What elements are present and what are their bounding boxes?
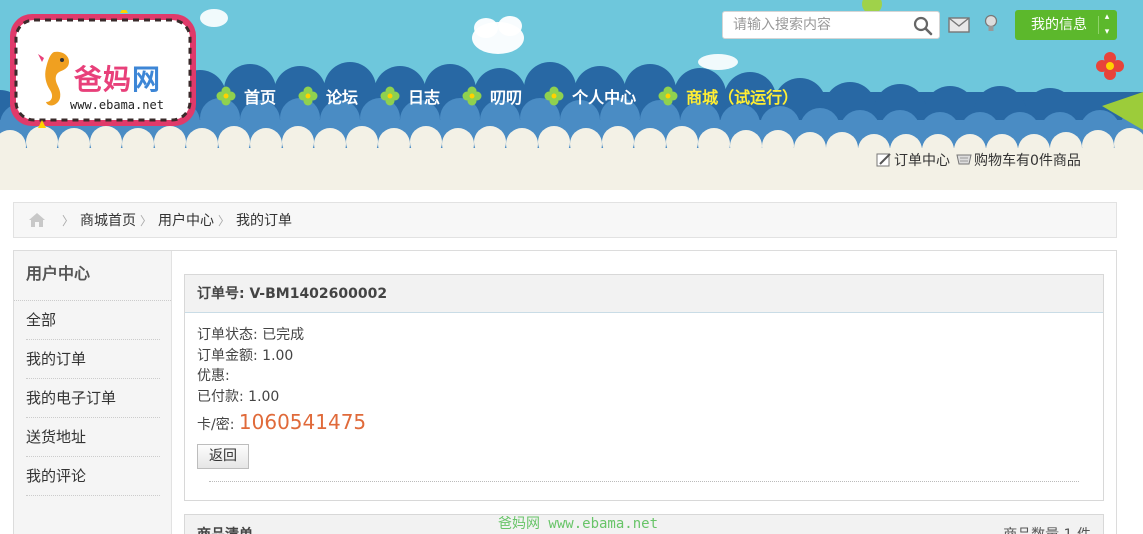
- logo-url: www.ebama.net: [70, 98, 164, 112]
- breadcrumb-my-orders: 我的订单: [236, 213, 293, 229]
- cart-link[interactable]: 购物车有0件商品: [956, 150, 1081, 170]
- home-icon[interactable]: [28, 212, 46, 228]
- sidebar-item-all[interactable]: 全部: [26, 301, 160, 340]
- card-number: 1060541475: [238, 410, 367, 434]
- nav-label: 叨叨: [490, 88, 523, 107]
- chevron-right-icon: 〉: [62, 213, 75, 228]
- nav-item-home[interactable]: 首页: [216, 84, 276, 108]
- status-value: 已完成: [262, 327, 305, 343]
- order-info: 订单状态: 已完成 订单金额: 1.00 优惠: 已付款: 1.00 卡/密: …: [185, 313, 1103, 500]
- sidebar-item-my-orders[interactable]: 我的订单: [26, 340, 160, 379]
- nav-item-chatter[interactable]: 叨叨: [462, 84, 522, 108]
- chevron-right-icon: 〉: [140, 213, 153, 228]
- nav-label: 个人中心: [572, 88, 637, 107]
- nav-label: 商城（试运行）: [686, 88, 799, 107]
- logo-char-3: 网: [132, 63, 162, 96]
- paid-value: 1.00: [248, 388, 280, 405]
- amount-label: 订单金额:: [197, 347, 263, 364]
- clover-icon: [462, 86, 482, 106]
- cart-label: 购物车有0件商品: [974, 153, 1081, 169]
- sidebar-item-my-reviews[interactable]: 我的评论: [26, 457, 160, 496]
- search-icon[interactable]: [913, 16, 933, 36]
- divider: [209, 481, 1079, 482]
- main-nav: 首页 论坛 日志 叨叨 个人中心 商城（试运行）: [216, 84, 820, 108]
- my-info-label: 我的信息: [1031, 17, 1087, 33]
- nav-item-forum[interactable]: 论坛: [298, 84, 358, 108]
- search-input[interactable]: [723, 12, 903, 38]
- paid-label: 已付款:: [197, 388, 249, 405]
- breadcrumb-mall-home[interactable]: 商城首页: [80, 210, 136, 230]
- nav-label: 论坛: [326, 88, 359, 107]
- clover-icon: [658, 86, 678, 106]
- order-status-row: 订单状态: 已完成: [197, 325, 1091, 346]
- search-box: [722, 11, 940, 39]
- my-info-button[interactable]: 我的信息 ▴ ▾: [1015, 10, 1117, 40]
- order-panel: 订单号: V-BM1402600002 订单状态: 已完成 订单金额: 1.00…: [184, 274, 1104, 501]
- card-label: 卡/密:: [197, 417, 239, 433]
- site-header: 爸妈网 www.ebama.net 首页 论坛 日志 叨叨 个人中心 商城（试运…: [0, 0, 1143, 190]
- breadcrumb-user-center[interactable]: 用户中心: [158, 210, 214, 230]
- breadcrumb: 〉 商城首页 〉 用户中心 〉 我的订单: [13, 202, 1117, 238]
- header-links: 订单中心 购物车有0件商品: [876, 150, 1081, 170]
- nav-label: 日志: [408, 88, 441, 107]
- sidebar-title: 用户中心: [14, 251, 171, 301]
- sidebar-item-addresses[interactable]: 送货地址: [26, 418, 160, 457]
- clover-icon: [298, 86, 318, 106]
- order-center-link[interactable]: 订单中心: [876, 150, 950, 170]
- nav-label: 首页: [244, 88, 277, 107]
- sidebar: 用户中心 全部 我的订单 我的电子订单 送货地址 我的评论: [14, 251, 172, 534]
- clover-icon: [544, 86, 564, 106]
- logo-char-1: 爸: [74, 63, 104, 96]
- card-row: 卡/密: 1060541475: [197, 409, 1091, 438]
- bulb-icon[interactable]: [983, 14, 999, 34]
- nav-item-mall[interactable]: 商城（试运行）: [658, 84, 798, 108]
- status-label: 订单状态:: [197, 327, 263, 343]
- dropdown-arrows-icon: ▴ ▾: [1104, 12, 1110, 37]
- mail-icon[interactable]: [948, 16, 970, 34]
- order-amount-row: 订单金额: 1.00: [197, 346, 1091, 367]
- order-detail: 订单号: V-BM1402600002 订单状态: 已完成 订单金额: 1.00…: [184, 274, 1104, 501]
- clover-icon: [216, 86, 236, 106]
- product-list-title: 商品清单: [197, 524, 253, 534]
- chevron-right-icon: 〉: [218, 213, 231, 228]
- cart-icon: [956, 154, 972, 165]
- content-frame: 用户中心 全部 我的订单 我的电子订单 送货地址 我的评论 订单号: V-BM1…: [13, 250, 1117, 534]
- order-center-label: 订单中心: [894, 153, 950, 169]
- product-count: 商品数量 1 件: [1003, 524, 1091, 534]
- nav-item-personal-center[interactable]: 个人中心: [544, 84, 636, 108]
- button-divider: [1098, 16, 1099, 34]
- order-number: 订单号: V-BM1402600002: [185, 275, 1103, 313]
- logo-text: 爸妈网: [74, 58, 161, 98]
- clover-icon: [380, 86, 400, 106]
- amount-value: 1.00: [262, 347, 294, 364]
- back-button[interactable]: 返回: [197, 444, 249, 469]
- watermark: 爸妈网 www.ebama.net: [498, 516, 659, 532]
- paid-row: 已付款: 1.00: [197, 387, 1091, 408]
- edit-icon: [876, 153, 891, 167]
- discount-row: 优惠:: [197, 366, 1091, 387]
- discount-label: 优惠:: [197, 368, 230, 384]
- site-logo[interactable]: 爸妈网 www.ebama.net: [8, 10, 198, 130]
- sidebar-item-e-orders[interactable]: 我的电子订单: [26, 379, 160, 418]
- nav-item-blog[interactable]: 日志: [380, 84, 440, 108]
- logo-char-2: 妈: [103, 63, 133, 96]
